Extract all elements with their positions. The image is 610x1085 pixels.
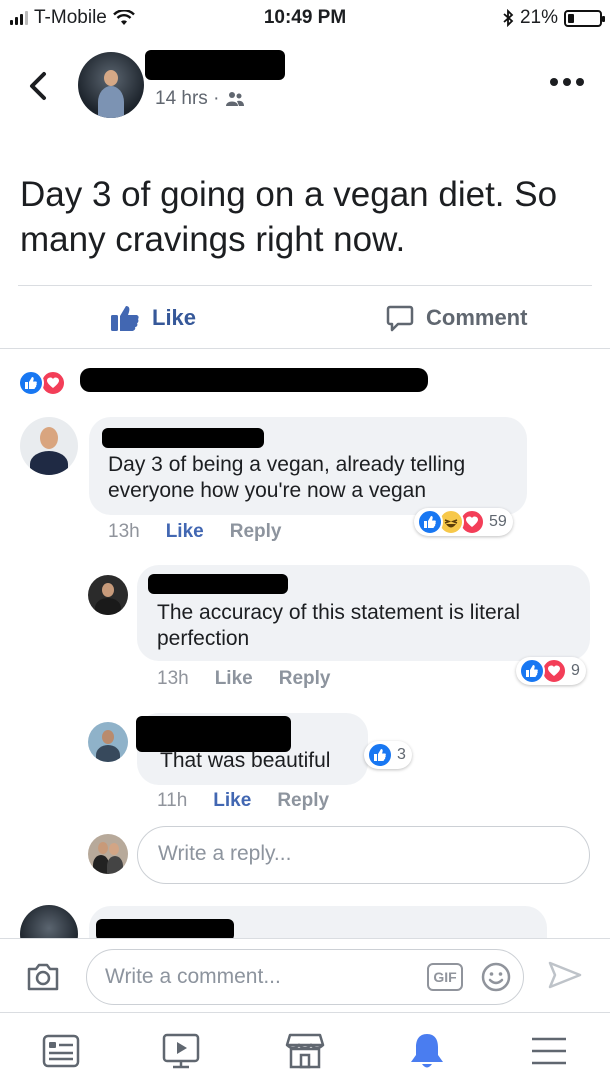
reply-reaction-count[interactable]: 3: [364, 741, 412, 769]
reply-reaction-count[interactable]: 9: [516, 657, 586, 685]
post-author-avatar[interactable]: [78, 52, 144, 118]
like-button[interactable]: Like: [110, 300, 196, 336]
tab-notifications[interactable]: [406, 1031, 448, 1071]
marketplace-icon: [285, 1033, 325, 1069]
like-reaction-icon: [18, 370, 44, 396]
camera-icon[interactable]: [26, 962, 60, 992]
reply-time: 13h: [157, 668, 189, 689]
redacted-author-name: [145, 50, 285, 80]
gif-button[interactable]: GIF: [427, 963, 463, 991]
send-icon[interactable]: [548, 961, 582, 989]
menu-icon: [532, 1037, 566, 1065]
comment-button[interactable]: Comment: [386, 300, 527, 336]
redacted-commenter-name: [102, 428, 264, 448]
redacted-replier-name: [136, 716, 291, 752]
reply-input-placeholder: Write a reply...: [158, 842, 292, 865]
like-button-label: Like: [152, 305, 197, 330]
tab-watch[interactable]: [160, 1031, 202, 1071]
comment-meta: 13h Like Reply: [108, 521, 281, 543]
post-divider: [18, 285, 592, 286]
status-right: 21%: [502, 7, 605, 29]
reply-time: 11h: [157, 790, 188, 811]
redacted-replier-name: [148, 574, 288, 594]
comment-bar: Write a comment... GIF: [0, 938, 610, 1010]
post-timestamp: 14 hrs ·: [155, 88, 245, 110]
status-bar: T-Mobile 10:49 PM 21%: [0, 0, 610, 36]
reply-meta: 11h Like Reply: [157, 790, 329, 812]
redacted-reaction-names: [80, 368, 428, 392]
like-reaction-icon: [367, 742, 393, 768]
reply-like-link[interactable]: Like: [215, 668, 253, 690]
notifications-icon: [411, 1034, 443, 1068]
comment-reaction-count[interactable]: 59: [414, 508, 513, 536]
post-time: 14 hrs ·: [155, 88, 220, 109]
news-feed-icon: [42, 1034, 80, 1068]
bluetooth-icon: [503, 9, 514, 27]
reaction-count-value: 3: [397, 746, 406, 763]
comment-text: Day 3 of being a vegan, already telling …: [108, 453, 466, 502]
reaction-count-value: 9: [571, 662, 580, 679]
actions-divider: [0, 348, 610, 349]
reply-input[interactable]: Write a reply...: [137, 826, 590, 884]
watch-icon: [162, 1033, 200, 1069]
like-reaction-icon: [519, 658, 545, 684]
tab-marketplace[interactable]: [284, 1031, 326, 1071]
battery-icon: [564, 9, 605, 27]
reactions-summary[interactable]: [18, 370, 78, 396]
comment-reply-link[interactable]: Reply: [230, 521, 282, 543]
post-text: Day 3 of going on a vegan diet. So many …: [20, 175, 558, 259]
comment-button-label: Comment: [426, 305, 528, 330]
friends-icon: [226, 92, 245, 106]
battery-percent: 21%: [519, 7, 558, 28]
comment-like-link[interactable]: Like: [166, 521, 204, 543]
comment-icon: [386, 305, 414, 332]
tab-bar: [0, 1012, 610, 1085]
tab-news-feed[interactable]: [40, 1031, 82, 1071]
reply-text: That was beautiful: [160, 749, 331, 772]
comment-input[interactable]: Write a comment... GIF: [86, 949, 524, 1005]
commenter-avatar[interactable]: [20, 417, 78, 475]
reply-meta: 13h Like Reply: [157, 668, 330, 690]
tab-menu[interactable]: [528, 1031, 570, 1071]
more-options-icon[interactable]: [550, 78, 584, 86]
reply-reply-link[interactable]: Reply: [277, 790, 329, 812]
reply-like-link[interactable]: Like: [213, 790, 251, 812]
comment-input-placeholder: Write a comment...: [105, 965, 281, 988]
thumbs-up-icon: [111, 306, 139, 331]
sticker-icon[interactable]: [481, 962, 511, 992]
replier-avatar[interactable]: [88, 722, 128, 762]
replier-avatar[interactable]: [88, 575, 128, 615]
comment-time: 13h: [108, 521, 140, 542]
reply-reply-link[interactable]: Reply: [279, 668, 331, 690]
back-arrow-icon[interactable]: [24, 68, 54, 104]
current-user-avatar: [88, 834, 128, 874]
reaction-count-value: 59: [489, 513, 507, 530]
reply-text: The accuracy of this statement is litera…: [157, 601, 520, 650]
battery-level: [568, 13, 574, 23]
like-reaction-icon: [417, 509, 443, 535]
